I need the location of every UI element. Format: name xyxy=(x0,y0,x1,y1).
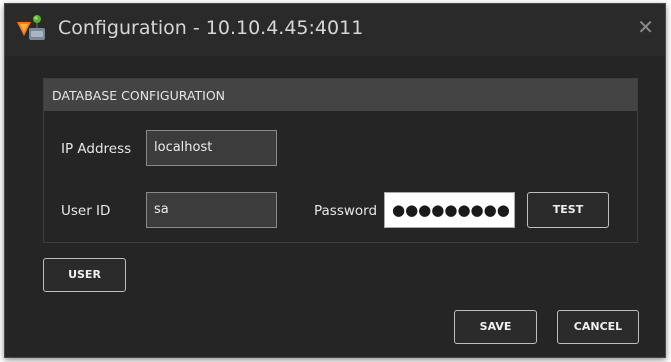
ip-address-input[interactable]: localhost xyxy=(146,130,277,166)
cancel-button[interactable]: CANCEL xyxy=(557,310,639,344)
title-bar[interactable]: Configuration - 10.10.4.45:4011 ✕ xyxy=(5,4,665,56)
user-id-label: User ID xyxy=(61,203,111,219)
ip-address-label: IP Address xyxy=(61,141,132,157)
user-button[interactable]: USER xyxy=(43,258,126,292)
close-icon[interactable]: ✕ xyxy=(637,17,654,37)
user-id-input[interactable]: sa xyxy=(146,192,277,228)
window-title: Configuration - 10.10.4.45:4011 xyxy=(58,17,364,39)
panel-header: DATABASE CONFIGURATION xyxy=(44,79,637,111)
panel-title: DATABASE CONFIGURATION xyxy=(52,88,226,103)
password-label: Password xyxy=(314,203,378,219)
app-logo-icon xyxy=(17,15,45,40)
test-button[interactable]: TEST xyxy=(527,192,609,228)
database-configuration-panel: DATABASE CONFIGURATION IP Address localh… xyxy=(43,78,638,243)
save-button[interactable]: SAVE xyxy=(454,310,537,344)
password-input[interactable]: ●●●●●●●●● xyxy=(384,192,515,228)
configuration-window: Configuration - 10.10.4.45:4011 ✕ DATABA… xyxy=(4,3,666,358)
